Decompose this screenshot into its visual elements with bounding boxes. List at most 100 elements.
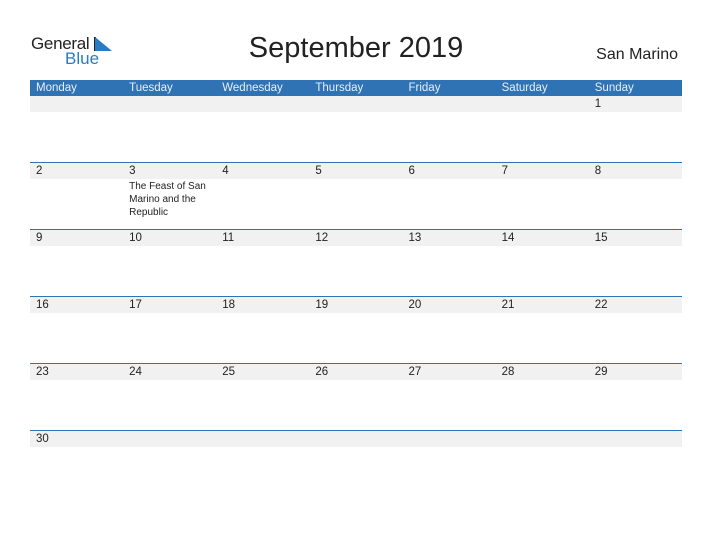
weekday-friday: Friday — [408, 82, 441, 94]
weekday-tuesday: Tuesday — [129, 82, 173, 94]
day-number: 9 — [36, 232, 43, 244]
day-number-strip: 9 10 11 12 13 14 15 — [30, 230, 682, 246]
day-event — [216, 313, 309, 363]
day-number: 19 — [315, 299, 329, 311]
day-number: 30 — [36, 433, 49, 445]
day-event — [589, 313, 682, 363]
day-number: 15 — [594, 232, 608, 244]
day-event — [496, 112, 589, 162]
day-event — [589, 179, 682, 229]
day-body-row — [30, 447, 682, 497]
day-event — [30, 179, 123, 229]
day-event — [123, 380, 216, 430]
day-event — [30, 112, 123, 162]
day-number: 25 — [222, 366, 236, 378]
day-event — [30, 246, 123, 296]
day-number: 16 — [36, 299, 49, 311]
day-event — [589, 380, 682, 430]
calendar-grid: Monday Tuesday Wednesday Thursday Friday Satu… — [30, 80, 682, 497]
day-number: 27 — [408, 366, 422, 378]
day-number: 1 — [594, 98, 602, 110]
country-label: San Marino — [596, 46, 678, 63]
week-row: 30 — [30, 430, 682, 497]
day-number-strip: 23 24 25 26 27 28 29 — [30, 364, 682, 380]
day-event — [403, 179, 496, 229]
day-number: 17 — [129, 299, 142, 311]
day-event — [30, 447, 123, 497]
day-event — [309, 380, 402, 430]
day-event — [496, 179, 589, 229]
day-number: 21 — [501, 299, 515, 311]
day-body-row — [30, 313, 682, 363]
day-number-strip: 2 3 4 5 6 7 8 — [30, 163, 682, 179]
day-number — [123, 431, 216, 447]
day-number — [30, 96, 123, 112]
day-body-row — [30, 246, 682, 296]
day-number — [496, 96, 589, 112]
day-event — [403, 380, 496, 430]
day-event — [123, 246, 216, 296]
day-number: 2 — [36, 165, 43, 177]
weekday-header: Monday Tuesday Wednesday Thursday Friday Satu… — [30, 80, 682, 96]
day-event — [496, 246, 589, 296]
day-body-row: The Feast of San Marino and the Republic — [30, 179, 682, 229]
day-number — [309, 96, 402, 112]
weekday-sunday: Sunday — [594, 82, 634, 94]
day-event — [403, 447, 496, 497]
day-event — [403, 246, 496, 296]
day-body-row — [30, 112, 682, 162]
day-number — [496, 431, 589, 447]
day-number: 5 — [315, 165, 322, 177]
day-number: 7 — [501, 165, 509, 177]
day-event — [123, 313, 216, 363]
day-event — [309, 246, 402, 296]
day-number: 20 — [408, 299, 422, 311]
day-event — [589, 246, 682, 296]
day-event — [309, 447, 402, 497]
day-event: The Feast of San Marino and the Republic — [129, 181, 206, 218]
day-event — [30, 380, 123, 430]
day-number: 10 — [129, 232, 142, 244]
weekday-monday: Monday — [36, 82, 77, 94]
day-number: 18 — [222, 299, 236, 311]
day-number: 29 — [594, 366, 608, 378]
day-number — [589, 431, 682, 447]
week-row: 16 17 18 19 20 21 22 — [30, 296, 682, 363]
day-number: 26 — [315, 366, 329, 378]
day-number: 24 — [129, 366, 142, 378]
week-row: 23 24 25 26 27 28 29 — [30, 363, 682, 430]
day-event — [216, 380, 309, 430]
day-number — [216, 431, 309, 447]
day-number-strip: 16 17 18 19 20 21 22 — [30, 297, 682, 313]
day-event — [589, 447, 682, 497]
day-number — [309, 431, 402, 447]
day-event — [496, 447, 589, 497]
day-event — [589, 112, 682, 162]
day-event — [309, 179, 402, 229]
day-number-strip: 1 — [30, 96, 682, 112]
day-event — [496, 313, 589, 363]
day-number: 8 — [594, 165, 602, 177]
day-number: 11 — [222, 232, 235, 244]
day-number: 22 — [594, 299, 608, 311]
weekday-wednesday: Wednesday — [222, 82, 283, 94]
day-number: 4 — [222, 165, 229, 177]
week-row: 2 3 4 5 6 7 8 The Feast of San Marino and the R… — [30, 162, 682, 229]
day-number — [403, 431, 496, 447]
day-event — [216, 179, 309, 229]
day-event — [309, 112, 402, 162]
day-number — [123, 96, 216, 112]
day-number: 12 — [315, 232, 329, 244]
day-number — [403, 96, 496, 112]
day-body-row — [30, 380, 682, 430]
day-number: 3 — [129, 165, 136, 177]
day-event — [496, 380, 589, 430]
day-number: 28 — [501, 366, 515, 378]
day-event — [309, 313, 402, 363]
day-event — [403, 313, 496, 363]
day-event — [216, 246, 309, 296]
day-number: 23 — [36, 366, 49, 378]
day-number-strip: 30 — [30, 431, 682, 447]
week-row: 1 — [30, 96, 682, 162]
day-number: 6 — [408, 165, 415, 177]
